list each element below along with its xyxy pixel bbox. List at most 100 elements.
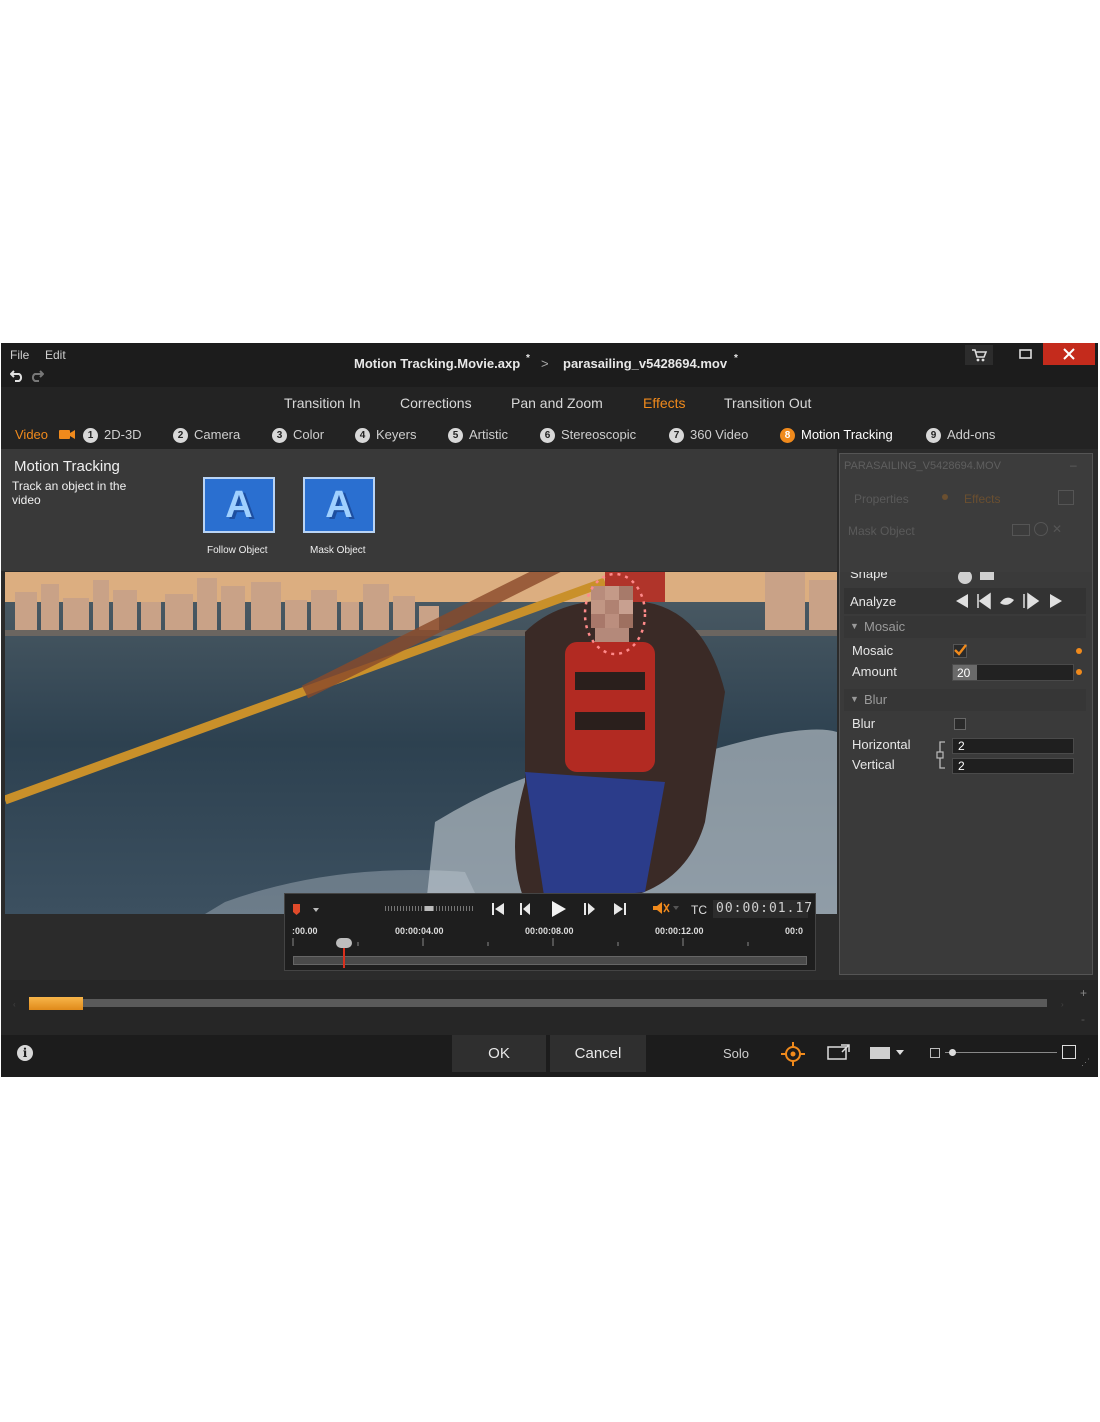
redo-icon[interactable] [30,368,44,382]
menu-edit[interactable]: Edit [45,348,66,362]
num-badge: 3 [272,428,287,443]
tab-effects-panel[interactable]: Effects [964,492,1000,506]
subcat-camera[interactable]: 2 Camera [173,427,240,443]
collapse-icon[interactable]: – [1070,458,1077,472]
close-button[interactable] [1043,343,1095,365]
aspect-ratio-dropdown[interactable] [869,1044,909,1062]
horizontal-slider[interactable]: 2 [952,738,1074,754]
timeline-track[interactable] [29,999,1047,1007]
tab-pan-and-zoom[interactable]: Pan and Zoom [511,395,603,411]
subcat-label: Stereoscopic [561,427,637,442]
clip-modified-mark: * [734,353,738,364]
external-preview-icon[interactable] [827,1044,851,1062]
subcat-label: Motion Tracking [801,427,893,442]
zoom-small-icon[interactable] [930,1048,940,1058]
close-icon [1063,348,1075,360]
scroll-left-icon[interactable]: ‹ [13,1000,16,1009]
track-target-icon[interactable] [780,1041,806,1067]
subcat-stereoscopic[interactable]: 6 Stereoscopic [540,427,636,443]
blur-checkbox[interactable] [954,718,966,730]
preset-icon[interactable] [1012,524,1030,536]
mosaic-checkbox[interactable] [953,644,967,658]
expand-arrow-icon: ▼ [850,694,859,704]
timeline-strip: ‹ › + - [1,980,1098,1035]
keyframe-block[interactable] [29,997,83,1010]
tab-transition-in[interactable]: Transition In [284,395,361,411]
scrub-bar[interactable] [293,956,807,965]
subcat-artistic[interactable]: 5 Artistic [448,427,508,443]
analyze-backward-icon [956,594,968,608]
title-bar: File Edit Motion Tracking.Movie.axp * > … [1,343,1098,387]
amount-slider[interactable]: 20 [952,664,1074,681]
resize-grip-icon[interactable]: ⋰ [1081,1057,1090,1068]
preset-mask-object[interactable]: A [303,477,375,533]
maximize-icon [1019,349,1032,359]
properties-panel: PARASAILING_V5428694.MOV – Properties Ef… [839,453,1093,975]
amount-label: Amount [852,664,897,679]
maximize-button[interactable] [1011,345,1039,365]
solo-button[interactable]: Solo [723,1046,749,1061]
remove-icon[interactable]: ✕ [1052,522,1062,536]
num-badge: 1 [83,428,98,443]
subcat-add-ons[interactable]: 9 Add-ons [926,427,995,443]
reset-icon[interactable] [1034,522,1048,536]
keyframe-dot-icon[interactable] [1076,669,1082,675]
subcat-2d-3d[interactable]: 1 2D-3D [83,427,142,443]
vertical-slider[interactable]: 2 [952,758,1074,774]
zoom-out-icon[interactable]: - [1081,1012,1085,1026]
cancel-button[interactable]: Cancel [550,1035,646,1072]
cart-icon [972,349,988,362]
subcat-360-video[interactable]: 7 360 Video [669,427,748,443]
shape-label: Shape [850,572,888,581]
checkmark-icon [954,644,967,656]
mute-button[interactable] [651,901,681,917]
ellipse-shape-icon[interactable] [958,572,972,584]
timecode-field[interactable]: 00:00:01.17 [713,900,812,918]
ruler-label: 00:00:12.00 [655,926,704,936]
clip-name-header: PARASAILING_V5428694.MOV [844,460,1001,472]
subcat-keyers[interactable]: 4 Keyers [355,427,416,443]
mosaic-group-header[interactable]: ▼ Mosaic [844,616,1086,638]
video-category[interactable]: Video [15,427,48,442]
horizontal-label: Horizontal [852,737,911,752]
preset-follow-object[interactable]: A [203,477,275,533]
subcat-motion-tracking[interactable]: 8 Motion Tracking [780,427,893,443]
tab-effects[interactable]: Effects [643,395,686,411]
bottom-bar: i OK Cancel Solo ⋰ [1,1035,1098,1077]
effects-dot-icon [942,494,948,500]
undo-icon[interactable] [10,368,24,382]
blur-group-header[interactable]: ▼ Blur [844,689,1086,711]
tab-transition-out[interactable]: Transition Out [724,395,811,411]
play-icon [552,901,566,917]
link-icon[interactable] [936,740,950,770]
menu-file[interactable]: File [10,348,29,362]
zoom-large-icon[interactable] [1062,1045,1076,1059]
zoom-slider-handle[interactable] [949,1049,956,1056]
info-icon[interactable]: i [17,1045,33,1061]
marker-dropdown[interactable] [291,903,321,917]
preset-label: Mask Object [310,545,366,556]
save-icon[interactable] [1058,490,1074,505]
video-frame-image [5,572,837,914]
num-badge: 7 [669,428,684,443]
zoom-slider[interactable] [945,1049,1057,1056]
tab-corrections[interactable]: Corrections [400,395,472,411]
tab-properties[interactable]: Properties [854,492,909,506]
playhead-handle[interactable] [336,938,352,948]
ok-button[interactable]: OK [452,1035,546,1072]
preset-thumb-glyph: A [225,484,253,526]
clip-title: parasailing_v5428694.mov [563,356,728,371]
preset-thumb-glyph: A [325,484,353,526]
step-back-icon [520,903,530,915]
video-preview[interactable] [5,572,837,914]
zoom-in-icon[interactable]: + [1080,986,1087,1000]
keyframe-dot-icon[interactable] [1076,648,1082,654]
jog-shuttle[interactable] [385,906,473,911]
store-button[interactable] [965,345,993,365]
subcat-color[interactable]: 3 Color [272,427,324,443]
rectangle-shape-icon[interactable] [980,572,994,580]
subcat-label: Add-ons [947,427,996,442]
time-ruler[interactable]: :00.00 00:00:04.00 00:00:08.00 00:00:12.… [285,926,815,952]
ruler-label: 00:0 [785,926,804,936]
scroll-right-icon[interactable]: › [1061,1000,1064,1009]
